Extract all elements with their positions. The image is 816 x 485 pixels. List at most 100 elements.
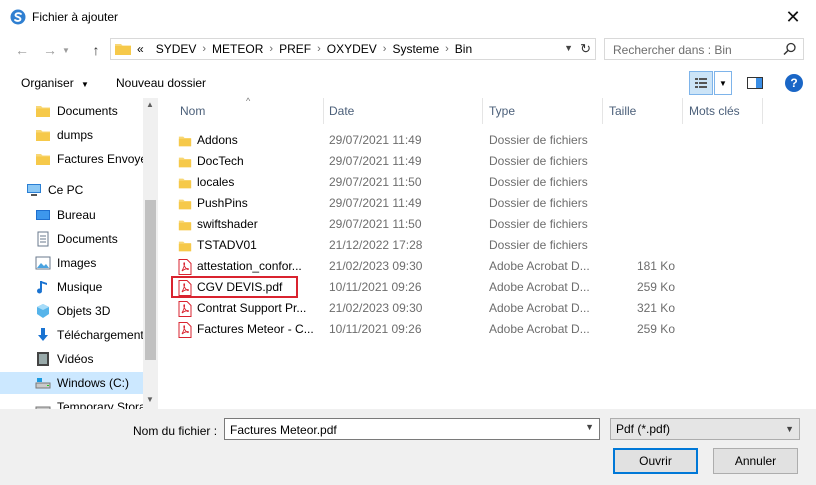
file-date: 10/11/2021 09:26 — [329, 280, 422, 294]
help-icon[interactable]: ? — [785, 74, 803, 92]
chevron-right-icon[interactable]: › — [445, 43, 449, 55]
breadcrumb-item[interactable]: OXYDEV — [327, 42, 377, 56]
file-row[interactable]: PushPins 29/07/2021 11:49 Dossier de fichi… — [178, 193, 798, 214]
file-row[interactable]: swiftshader 29/07/2021 11:50 Dossier de fi… — [178, 214, 798, 235]
breadcrumb-item[interactable]: SYDEV — [156, 42, 197, 56]
file-type: Dossier de fichiers — [489, 154, 588, 168]
column-header-size[interactable]: Taille — [609, 98, 636, 124]
pdf-icon — [178, 321, 192, 338]
nav-item-documents-library[interactable]: Documents — [0, 228, 143, 250]
video-icon — [37, 352, 49, 366]
filename-combobox[interactable]: ▼ — [224, 418, 600, 440]
nav-item-dumps[interactable]: dumps — [0, 124, 143, 146]
recent-locations-button[interactable]: ▼ — [60, 41, 72, 59]
nav-item-videos[interactable]: Vidéos — [0, 348, 143, 370]
column-header-name[interactable]: Nom — [180, 98, 205, 124]
refresh-icon[interactable]: ↻ — [580, 41, 591, 57]
file-date: 29/07/2021 11:50 — [329, 217, 422, 231]
nav-item-factures-envoye[interactable]: Factures Envoye — [0, 148, 143, 170]
breadcrumb-item[interactable]: Bin — [455, 42, 472, 56]
organize-button[interactable]: Organiser ▼ — [21, 76, 89, 90]
file-size — [609, 235, 675, 256]
folder-icon — [178, 157, 192, 167]
navigation-scrollbar[interactable]: ▲ ▼ — [143, 98, 158, 409]
arrow-right-icon: → — [43, 42, 57, 58]
view-mode-button[interactable] — [689, 71, 713, 95]
cancel-button[interactable]: Annuler — [713, 448, 798, 474]
chevron-right-icon[interactable]: › — [383, 43, 387, 55]
forward-button[interactable]: → — [40, 41, 60, 59]
chevron-right-icon[interactable]: › — [202, 43, 206, 55]
nav-item-downloads[interactable]: Téléchargement — [0, 324, 143, 346]
close-button[interactable]: ✕ — [770, 0, 816, 34]
file-row[interactable]: Contrat Support Pr... 21/02/2023 09:30 Ado… — [178, 298, 798, 319]
nav-item-this-pc[interactable]: Ce PC — [0, 179, 143, 201]
chevron-right-icon[interactable]: › — [269, 43, 273, 55]
file-size: 259 Ko — [636, 280, 675, 294]
filename-input[interactable] — [228, 420, 572, 440]
folder-icon — [178, 199, 192, 209]
view-options-dropdown[interactable]: ▼ — [714, 71, 732, 95]
folder-icon — [178, 178, 192, 188]
preview-pane-icon[interactable] — [746, 74, 764, 92]
search-icon[interactable] — [783, 42, 797, 56]
filetype-select[interactable]: Pdf (*.pdf) ▼ — [610, 418, 800, 440]
computer-icon — [27, 184, 41, 196]
chevron-down-icon: ▼ — [719, 78, 727, 88]
arrow-up-icon: ↑ — [92, 42, 100, 58]
new-folder-button[interactable]: Nouveau dossier — [116, 76, 206, 90]
app-logo-icon — [10, 9, 26, 25]
up-button[interactable]: ↑ — [86, 41, 106, 59]
breadcrumb-item[interactable]: METEOR — [212, 42, 263, 56]
chevron-down-icon[interactable]: ▼ — [585, 422, 594, 432]
file-row[interactable]: TSTADV01 21/12/2022 17:28 Dossier de fichi… — [178, 235, 798, 256]
navigation-pane: Documents dumps Factures Envoye Ce PC Bu… — [0, 98, 158, 409]
music-icon — [37, 281, 47, 294]
nav-item-windows-c[interactable]: Windows (C:) — [0, 372, 143, 394]
file-row[interactable]: Addons 29/07/2021 11:49 Dossier de fichier… — [178, 130, 798, 151]
file-row[interactable]: attestation_confor... 21/02/2023 09:30 Ado… — [178, 256, 798, 277]
column-header-type[interactable]: Type — [489, 98, 515, 124]
file-type: Dossier de fichiers — [489, 133, 588, 147]
search-input[interactable] — [611, 40, 785, 60]
nav-item-3d-objects[interactable]: Objets 3D — [0, 300, 143, 322]
column-header-date[interactable]: Date — [329, 98, 354, 124]
nav-item-music[interactable]: Musique — [0, 276, 143, 298]
scrollbar-thumb[interactable] — [145, 200, 156, 360]
address-dropdown-icon[interactable]: ▼ — [564, 43, 573, 53]
drive-icon — [35, 378, 51, 389]
file-type: Adobe Acrobat D... — [489, 301, 590, 315]
nav-item-documents[interactable]: Documents — [0, 100, 143, 122]
file-size — [609, 193, 675, 214]
file-date: 21/02/2023 09:30 — [329, 301, 423, 315]
file-date: 21/12/2022 17:28 — [329, 238, 423, 252]
details-view-icon — [695, 78, 707, 88]
chevron-down-icon: ▼ — [785, 424, 794, 434]
file-row[interactable]: Factures Meteor - C... 10/11/2021 09:26 Ad… — [178, 319, 798, 340]
scroll-down-icon[interactable]: ▼ — [146, 395, 154, 404]
breadcrumb-overflow[interactable]: « — [137, 42, 144, 56]
nav-item-images[interactable]: Images — [0, 252, 143, 274]
sort-ascending-icon: ^ — [246, 96, 251, 106]
breadcrumb-item[interactable]: Systeme — [392, 42, 439, 56]
close-icon: ✕ — [785, 6, 801, 27]
nav-item-desktop[interactable]: Bureau — [0, 204, 143, 226]
file-row[interactable]: locales 29/07/2021 11:50 Dossier de fichie… — [178, 172, 798, 193]
window-title: Fichier à ajouter — [32, 10, 119, 24]
column-header-tags[interactable]: Mots clés — [689, 98, 740, 124]
file-row[interactable]: DocTech 29/07/2021 11:49 Dossier de fichie… — [178, 151, 798, 172]
chevron-right-icon[interactable]: › — [317, 43, 321, 55]
scroll-up-icon[interactable]: ▲ — [146, 100, 154, 109]
file-date: 29/07/2021 11:49 — [329, 196, 422, 210]
breadcrumb-item[interactable]: PREF — [279, 42, 311, 56]
file-size: 321 Ko — [636, 301, 675, 315]
back-button[interactable]: ← — [12, 41, 32, 59]
documents-icon — [37, 231, 49, 247]
open-button[interactable]: Ouvrir — [613, 448, 698, 474]
search-box[interactable] — [604, 38, 804, 60]
nav-item-temporary-storage[interactable]: Temporary Stora — [0, 396, 143, 409]
address-bar[interactable]: « SYDEV › METEOR › PREF › OXYDEV › Syste… — [110, 38, 596, 60]
file-name: attestation_confor... — [197, 259, 302, 273]
file-type: Adobe Acrobat D... — [489, 280, 590, 294]
file-name: TSTADV01 — [197, 238, 257, 252]
